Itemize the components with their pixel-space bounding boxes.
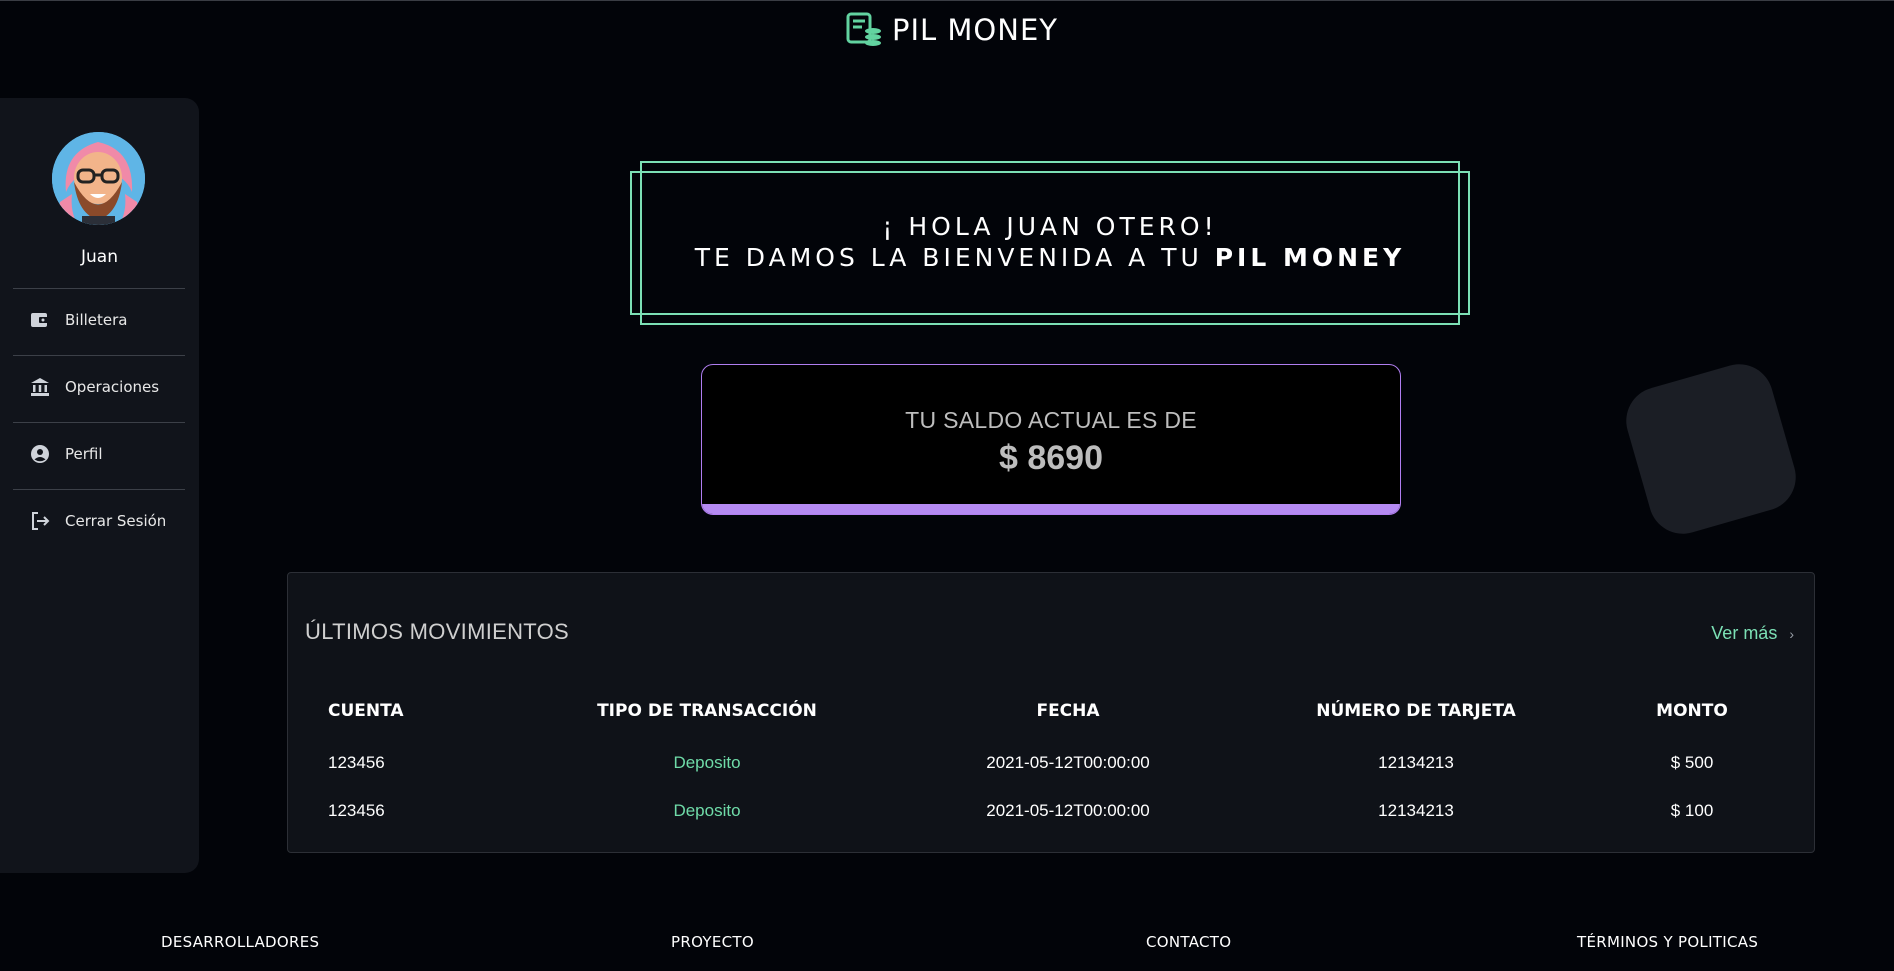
sidebar-divider: [13, 489, 185, 490]
cell-cuenta: 123456: [328, 801, 385, 820]
user-name: Juan: [81, 247, 118, 267]
column-header-monto: MONTO: [1656, 701, 1728, 721]
cell-tarjeta: 12134213: [1378, 753, 1454, 772]
sidebar-item-cerrar-sesion[interactable]: Cerrar Sesión: [13, 501, 185, 541]
sidebar-item-label: Operaciones: [65, 378, 160, 396]
column-header-tarjeta: NÚMERO DE TARJETA: [1316, 701, 1516, 721]
sidebar-item-label: Billetera: [65, 311, 128, 329]
balance-label: TU SALDO ACTUAL ES DE: [905, 407, 1197, 433]
cell-cuenta: 123456: [328, 753, 385, 772]
cell-monto: $ 500: [1670, 753, 1714, 772]
chevron-right-icon: ›: [1789, 626, 1794, 642]
balance-value: $ 8690: [999, 439, 1103, 477]
avatar[interactable]: [52, 132, 145, 225]
brand-name: PIL MONEY: [892, 13, 1058, 47]
greeting-line-2: TE DAMOS LA BIENVENIDA A TU PIL MONEY: [630, 242, 1470, 273]
top-border: [0, 0, 1894, 1]
movements-panel: ÚLTIMOS MOVIMIENTOS Ver más › CUENTA TIPO…: [287, 572, 1815, 853]
sidebar-divider: [13, 288, 185, 289]
cell-tipo: Deposito: [673, 753, 741, 772]
footer-link-desarrolladores[interactable]: DESARROLLADORES: [161, 933, 319, 951]
column-header-tipo: TIPO DE TRANSACCIÓN: [597, 701, 817, 721]
greeting-brand: PIL MONEY: [1214, 243, 1406, 272]
greeting-line-2-prefix: TE DAMOS LA BIENVENIDA A TU: [694, 243, 1215, 272]
footer-link-proyecto[interactable]: PROYECTO: [671, 933, 754, 951]
sidebar: Juan Billetera Operaciones Perfil Cerrar…: [0, 98, 199, 873]
sidebar-item-label: Cerrar Sesión: [65, 512, 167, 530]
logout-icon: [29, 510, 51, 532]
footer-link-contacto[interactable]: CONTACTO: [1146, 933, 1231, 951]
see-more-label: Ver más: [1711, 623, 1778, 643]
cell-monto: $ 100: [1670, 801, 1714, 820]
cell-tarjeta: 12134213: [1378, 801, 1454, 820]
account-circle-icon: [29, 443, 51, 465]
sidebar-item-perfil[interactable]: Perfil: [13, 434, 185, 474]
sidebar-item-billetera[interactable]: Billetera: [13, 300, 185, 340]
column-header-fecha: FECHA: [1036, 701, 1100, 721]
cell-tipo: Deposito: [673, 801, 741, 820]
footer-link-terminos[interactable]: TÉRMINOS Y POLITICAS: [1577, 933, 1758, 951]
sidebar-divider: [13, 422, 185, 423]
sidebar-divider: [13, 355, 185, 356]
cell-fecha: 2021-05-12T00:00:00: [986, 753, 1150, 772]
see-more-link[interactable]: Ver más ›: [1711, 623, 1794, 644]
sidebar-item-operaciones[interactable]: Operaciones: [13, 367, 185, 407]
balance-accent-bar: [702, 504, 1400, 514]
brand-logo[interactable]: PIL MONEY: [846, 12, 1058, 48]
column-header-cuenta: CUENTA: [328, 701, 404, 721]
greeting-message: ¡ HOLA JUAN OTERO! TE DAMOS LA BIENVENID…: [630, 211, 1470, 273]
cell-fecha: 2021-05-12T00:00:00: [986, 801, 1150, 820]
decorative-shape: [1618, 356, 1804, 542]
greeting-line-1: ¡ HOLA JUAN OTERO!: [882, 212, 1218, 241]
money-stack-icon: [846, 12, 884, 48]
wallet-icon: [29, 309, 51, 331]
bank-icon: [29, 376, 51, 398]
sidebar-item-label: Perfil: [65, 445, 103, 463]
movements-title: ÚLTIMOS MOVIMIENTOS: [305, 619, 570, 644]
balance-card: TU SALDO ACTUAL ES DE $ 8690: [701, 364, 1401, 515]
